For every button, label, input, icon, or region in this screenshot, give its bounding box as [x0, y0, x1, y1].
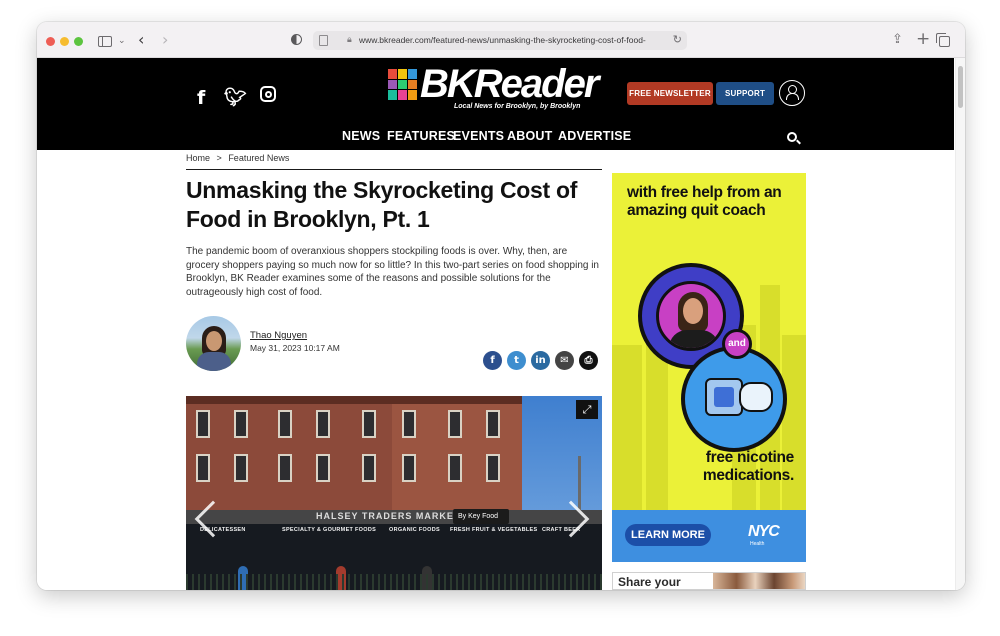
- site-header: f 🐦︎ BKReader Local News for Brooklyn, b…: [37, 58, 954, 150]
- scrollbar-thumb[interactable]: [958, 66, 963, 108]
- divider: [186, 169, 602, 170]
- share-icon[interactable]: ⇪: [892, 31, 903, 49]
- share-facebook-icon[interactable]: f: [483, 351, 502, 370]
- facebook-icon[interactable]: f: [197, 87, 205, 109]
- building-window: [234, 454, 248, 482]
- nav-item-advertise[interactable]: ADVERTISE: [558, 129, 631, 143]
- nyc-health-ad[interactable]: with free help from an amazing quit coac…: [612, 173, 806, 562]
- breadcrumb-home-link[interactable]: Home: [186, 153, 210, 163]
- logo-tile: [408, 90, 417, 100]
- forward-arrow-icon[interactable]: ›: [162, 31, 168, 49]
- logo-tile: [398, 79, 407, 90]
- ad-subheadline: free nicotine medications.: [702, 449, 794, 484]
- building-window: [316, 410, 330, 438]
- building-window: [402, 410, 416, 438]
- building-window: [234, 410, 248, 438]
- market-sign: HALSEY TRADERS MARKET: [316, 511, 461, 521]
- instagram-icon[interactable]: [260, 86, 276, 102]
- article-dek: The pandemic boom of overanxious shopper…: [186, 246, 599, 298]
- building-window: [196, 410, 210, 438]
- address-bar[interactable]: 🔒︎ www.bkreader.com/featured-news/unmask…: [313, 31, 687, 50]
- store-sign: ORGANIC FOODS: [389, 527, 440, 533]
- close-window-button[interactable]: [46, 37, 55, 46]
- browser-toolbar: ⌄ ‹ › 🔒︎ www.bkreader.com/featured-news/…: [37, 22, 965, 58]
- promo-ad[interactable]: Share your message here: [612, 572, 806, 590]
- browser-window: ⌄ ‹ › 🔒︎ www.bkreader.com/featured-news/…: [37, 22, 965, 590]
- logo-tile: [408, 79, 417, 90]
- nav-item-about[interactable]: ABOUT: [507, 129, 552, 143]
- user-account-icon[interactable]: [779, 80, 805, 106]
- free-newsletter-button[interactable]: FREE NEWSLETTER: [627, 82, 713, 105]
- nav-item-events[interactable]: EVENTS: [453, 129, 504, 143]
- back-arrow-icon[interactable]: ‹: [138, 31, 144, 49]
- author-name-link[interactable]: Thao Nguyen: [250, 330, 307, 341]
- web-page: f 🐦︎ BKReader Local News for Brooklyn, b…: [37, 58, 965, 590]
- building-window: [448, 410, 462, 438]
- lock-icon: 🔒︎: [347, 34, 352, 44]
- article-title: Unmasking the Skyrocketing Cost of Food …: [186, 177, 578, 232]
- breadcrumb-section-link[interactable]: Featured News: [228, 153, 289, 163]
- building-window: [316, 454, 330, 482]
- breadcrumb-separator: >: [216, 153, 222, 163]
- breadcrumb: Home > Featured News: [186, 153, 293, 163]
- learn-more-button[interactable]: LEARN MORE: [625, 524, 711, 546]
- logo-tile: [398, 69, 407, 79]
- print-icon[interactable]: ⎙: [579, 351, 598, 370]
- nyc-health-logo-sub: Health: [750, 541, 765, 547]
- building-window: [486, 410, 500, 438]
- share-twitter-icon[interactable]: t: [507, 351, 526, 370]
- building-window: [486, 454, 500, 482]
- twitter-icon[interactable]: 🐦︎: [224, 87, 247, 108]
- privacy-shield-icon[interactable]: [291, 34, 302, 45]
- expand-icon[interactable]: ⤢: [576, 400, 598, 419]
- nav-item-news[interactable]: NEWS: [342, 129, 380, 143]
- building-window: [448, 454, 462, 482]
- site-tagline: Local News for Brooklyn, by Brooklyn: [454, 103, 581, 110]
- nyc-health-logo: NYC: [748, 523, 780, 540]
- nicotine-patch-illustration: [681, 346, 787, 452]
- minimize-window-button[interactable]: [60, 37, 69, 46]
- ad-and-badge: and: [722, 329, 752, 359]
- new-tab-icon[interactable]: +: [916, 30, 930, 48]
- page-icon: [319, 35, 328, 46]
- search-icon[interactable]: [787, 132, 797, 142]
- page-scrollbar[interactable]: [955, 58, 965, 590]
- author-avatar[interactable]: [186, 316, 241, 371]
- ad-headline: with free help from an amazing quit coac…: [627, 184, 782, 219]
- logo-tile: [388, 90, 397, 100]
- support-button[interactable]: SUPPORT: [716, 82, 774, 105]
- zoom-window-button[interactable]: [74, 37, 83, 46]
- reload-icon[interactable]: ↻: [673, 33, 682, 46]
- chevron-down-icon[interactable]: ⌄: [118, 32, 126, 50]
- store-sign: FRESH FRUIT & VEGETABLES: [450, 527, 538, 533]
- main-nav: NEWS FEATURES EVENTS ABOUT ADVERTISE: [37, 129, 954, 145]
- key-food-sign: By Key Food: [453, 509, 509, 524]
- building-window: [278, 454, 292, 482]
- share-email-icon[interactable]: ✉: [555, 351, 574, 370]
- logo-mark-icon[interactable]: [388, 69, 417, 100]
- site-logo[interactable]: BKReader: [420, 62, 599, 107]
- sidebar-icon[interactable]: [98, 36, 112, 47]
- building-window: [278, 410, 292, 438]
- nav-item-features[interactable]: FEATURES: [387, 129, 455, 143]
- share-linkedin-icon[interactable]: in: [531, 351, 550, 370]
- promo-ad-text: Share your message here: [618, 575, 681, 589]
- building-window: [402, 454, 416, 482]
- url-text[interactable]: www.bkreader.com/featured-news/unmasking…: [359, 35, 669, 45]
- promo-ad-photo: [713, 573, 805, 589]
- building-window: [362, 454, 376, 482]
- logo-tile: [408, 69, 417, 79]
- logo-tile: [388, 79, 397, 90]
- hero-image-slider[interactable]: HALSEY TRADERS MARKET By Key Food DELICA…: [186, 396, 602, 590]
- building-window: [196, 454, 210, 482]
- tab-overview-icon[interactable]: [936, 33, 950, 47]
- logo-tile: [388, 69, 397, 79]
- logo-tile: [398, 90, 407, 100]
- store-sign: SPECIALTY & GOURMET FOODS: [282, 527, 377, 533]
- building-window: [362, 410, 376, 438]
- publish-date: May 31, 2023 10:17 AM: [250, 343, 340, 353]
